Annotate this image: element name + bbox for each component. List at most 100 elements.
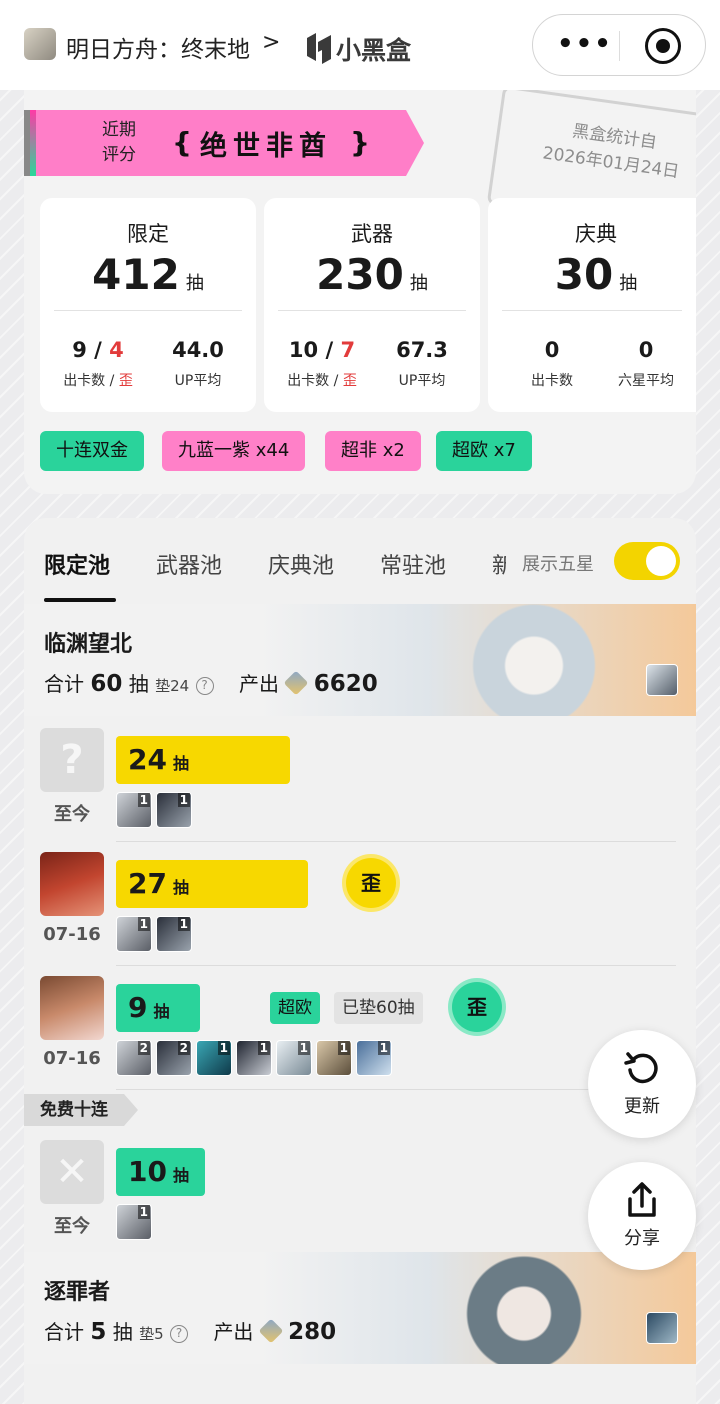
stat-card-limited[interactable]: 限定 412 抽 9 / 4 44.0 出卡数 / 歪 UP平均	[40, 198, 256, 412]
refresh-label: 更新	[624, 1096, 660, 1117]
pull-count-bar: 10 抽	[116, 1148, 205, 1196]
stat-card-weapon[interactable]: 武器 230 抽 10 / 7 67.3 出卡数 / 歪 UP平均	[264, 198, 480, 412]
character-thumbnail: 2	[116, 1040, 152, 1076]
show-five-star-label: 展示五星	[522, 554, 594, 575]
character-count: 2	[177, 1041, 190, 1055]
stat-cards-off: 10 / 7	[274, 338, 370, 362]
show-five-star-toggle[interactable]	[614, 542, 680, 580]
pool-banner[interactable]: 临渊望北 合计 60 抽 垫24 ? 产出 6620	[24, 604, 696, 716]
output-label: 产出	[238, 672, 279, 696]
stat-count-unit: 抽	[409, 273, 428, 294]
pity-count: 垫24	[155, 677, 190, 695]
heybox-logo-icon	[307, 33, 331, 64]
pool-banner[interactable]: 逐罪者 合计 5 抽 垫5 ? 产出 280	[24, 1252, 696, 1364]
character-count: 1	[377, 1041, 390, 1055]
share-button[interactable]: 分享	[588, 1162, 696, 1270]
character-portrait	[40, 852, 104, 916]
stat-count-value: 412	[92, 250, 180, 299]
app-title[interactable]: 明日方舟：终末地	[66, 30, 250, 64]
pull-record[interactable]: 07-16 27 抽 歪 1 1	[24, 842, 696, 966]
character-count: 1	[177, 917, 190, 931]
rating-label: 近期评分	[102, 120, 136, 165]
app-icon[interactable]	[24, 28, 56, 60]
total-unit: 抽	[128, 672, 149, 696]
help-icon[interactable]: ?	[195, 677, 214, 695]
stat-card-celebration[interactable]: 庆典 30 抽 0 0 出卡数 六星平均	[488, 198, 696, 412]
banner-character-art	[434, 1252, 614, 1364]
stat-divider	[54, 310, 242, 311]
cap-off: 歪	[118, 373, 133, 389]
output-value: 6620	[313, 671, 378, 697]
slash: /	[86, 338, 110, 362]
tab-standard-pool[interactable]: 常驻池	[380, 548, 446, 580]
refresh-button[interactable]: 更新	[588, 1030, 696, 1138]
pull-count: 9	[128, 991, 148, 1024]
stat-cap-right: UP平均	[398, 373, 446, 389]
off-banner-badge: 歪	[346, 858, 396, 908]
unknown-character-icon: ?	[40, 728, 104, 792]
currency-gem-icon	[258, 1318, 284, 1344]
stat-up-avg: 67.3	[396, 338, 448, 362]
character-count: 1	[217, 1041, 230, 1055]
total-unit: 抽	[112, 1320, 133, 1344]
character-count: 1	[297, 1041, 310, 1055]
output-value: 280	[288, 1319, 337, 1345]
stat-count: 30 抽	[488, 250, 696, 299]
character-thumbnail: 1	[156, 916, 192, 952]
character-thumbnail: 1	[316, 1040, 352, 1076]
pool-name: 临渊望北	[44, 632, 133, 657]
stat-cap-right: UP平均	[174, 373, 222, 389]
tag-nine-blue: 九蓝一紫 x44	[162, 431, 306, 471]
close-miniprogram-icon[interactable]	[645, 28, 681, 64]
pull-unit: 抽	[172, 1166, 189, 1185]
character-thumbnail: 1	[356, 1040, 392, 1076]
character-count: 1	[137, 793, 150, 807]
tab-weapon-pool[interactable]: 武器池	[156, 548, 222, 580]
rating-value: 绝世非酋	[200, 131, 332, 162]
record-date: 07-16	[43, 924, 101, 945]
character-count: 1	[257, 1041, 270, 1055]
character-count: 2	[137, 1041, 150, 1055]
total-pulls: 60	[90, 671, 123, 697]
character-thumbnail: 1	[116, 792, 152, 828]
tag-super-unlucky: 超非 x2	[325, 431, 421, 471]
pull-count-bar: 27 抽	[116, 860, 308, 908]
tab-limited-pool[interactable]: 限定池	[44, 548, 110, 580]
brand-name: 小黑盒	[336, 36, 412, 65]
stat-count-unit: 抽	[619, 273, 638, 294]
more-icon[interactable]: •••	[557, 29, 613, 59]
chevron-right-icon[interactable]: >	[262, 30, 280, 55]
help-icon[interactable]: ?	[170, 1325, 188, 1343]
pull-unit: 抽	[172, 878, 189, 897]
pull-unit: 抽	[153, 1002, 170, 1021]
character-thumbnail: 1	[196, 1040, 232, 1076]
stat-count-unit: 抽	[185, 273, 204, 294]
active-tab-indicator	[44, 598, 116, 602]
tab-new-pool[interactable]: 新	[492, 548, 506, 580]
off-banner-badge: 歪	[452, 982, 502, 1032]
pity-count: 垫5	[139, 1325, 164, 1343]
cards-count: 10	[288, 338, 319, 362]
off-banner-count: 7	[340, 338, 356, 362]
pool-name: 逐罪者	[44, 1280, 111, 1305]
record-date: 至今	[54, 1216, 90, 1237]
stat-cap-right: 六星平均	[618, 373, 674, 389]
stat-count-value: 30	[554, 250, 614, 299]
stat-cap-left: 出卡数	[531, 373, 573, 389]
character-count: 1	[137, 917, 150, 931]
stat-cap-left: 出卡数 / 歪	[50, 370, 146, 390]
slash: /	[318, 338, 341, 362]
pool-summary: 合计 60 抽 垫24 ? 产出 6620	[44, 668, 378, 697]
pull-count: 24	[128, 743, 167, 776]
pull-record[interactable]: ? 至今 24 抽 1 1	[24, 718, 696, 842]
record-date: 07-16	[43, 1048, 101, 1069]
rating-stripe-gradient	[30, 110, 36, 176]
featured-character-avatar	[646, 664, 678, 696]
record-date: 至今	[54, 804, 90, 825]
tab-celebration-pool[interactable]: 庆典池	[268, 548, 334, 580]
character-thumbnail: 2	[156, 1040, 192, 1076]
stat-up-avg: 44.0	[172, 338, 224, 362]
pull-count-bar: 9抽	[116, 984, 200, 1032]
share-icon	[628, 1182, 656, 1217]
stat-title: 限定	[127, 222, 169, 246]
